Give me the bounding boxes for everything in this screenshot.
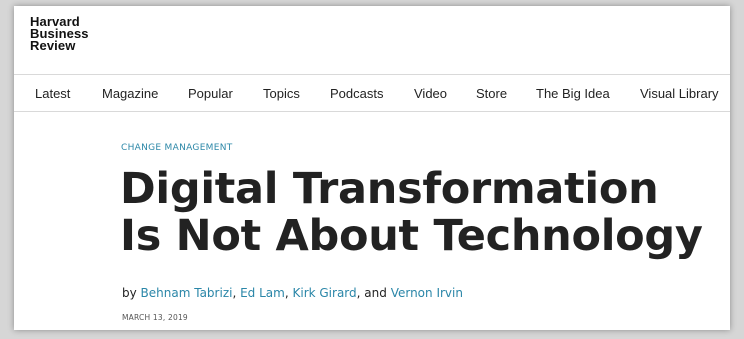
article-byline: by Behnam Tabrizi, Ed Lam, Kirk Girard, … [122,286,463,300]
author-link-behnam-tabrizi[interactable]: Behnam Tabrizi [141,286,233,300]
publish-date: MARCH 13, 2019 [122,313,188,322]
logo-line-review: Review [30,38,76,53]
author-link-kirk-girard[interactable]: Kirk Girard [292,286,356,300]
author-link-ed-lam[interactable]: Ed Lam [240,286,285,300]
main-nav: Latest Magazine Popular Topics Podcasts … [14,74,730,112]
nav-video[interactable]: Video [414,86,447,101]
nav-popular[interactable]: Popular [188,86,233,101]
byline-prefix: by [122,286,141,300]
nav-topics[interactable]: Topics [263,86,300,101]
hbr-logo[interactable]: Harvard Business Review [30,15,89,53]
nav-the-big-idea[interactable]: The Big Idea [536,86,610,101]
headline-line-1: Digital Transformation [120,164,659,214]
nav-podcasts[interactable]: Podcasts [330,86,383,101]
byline-separator: , and [356,286,391,300]
article-page: Harvard Business Review Latest Magazine … [14,6,730,330]
byline-separator: , [232,286,241,300]
headline-line-2: Is Not About Technology [120,211,703,261]
nav-magazine[interactable]: Magazine [102,86,158,101]
nav-visual-library[interactable]: Visual Library [640,86,719,101]
nav-latest[interactable]: Latest [35,86,70,101]
nav-store[interactable]: Store [476,86,507,101]
article-headline: Digital Transformation Is Not About Tech… [120,166,730,260]
article-category[interactable]: CHANGE MANAGEMENT [121,143,233,153]
author-link-vernon-irvin[interactable]: Vernon Irvin [391,286,463,300]
